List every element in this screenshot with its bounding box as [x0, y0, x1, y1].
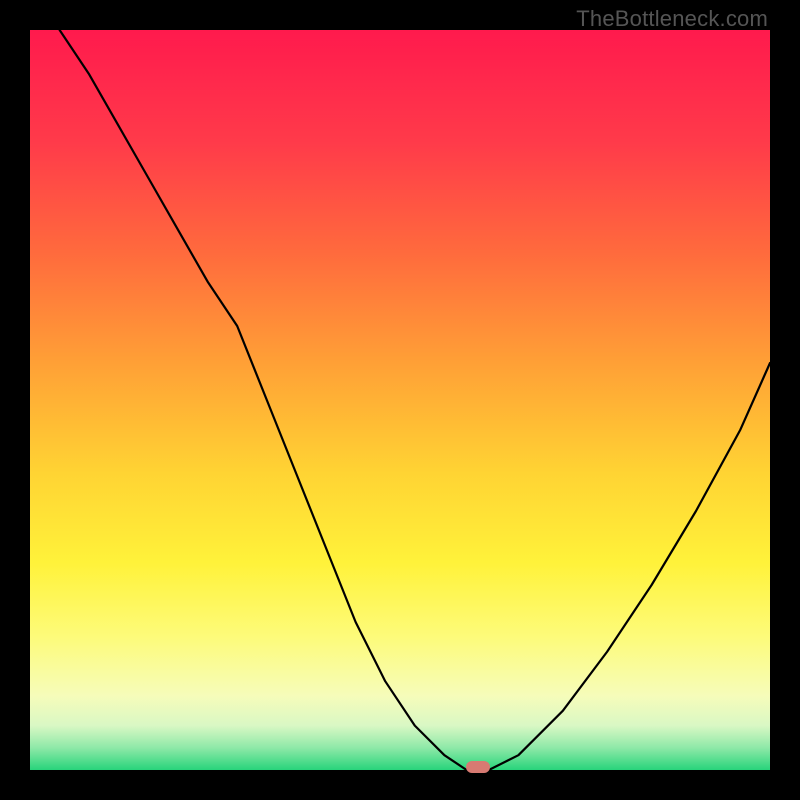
- gradient-background: [30, 30, 770, 770]
- watermark-label: TheBottleneck.com: [576, 6, 768, 32]
- chart-container: TheBottleneck.com: [0, 0, 800, 800]
- optimal-marker: [466, 761, 490, 773]
- plot-area: [30, 30, 770, 770]
